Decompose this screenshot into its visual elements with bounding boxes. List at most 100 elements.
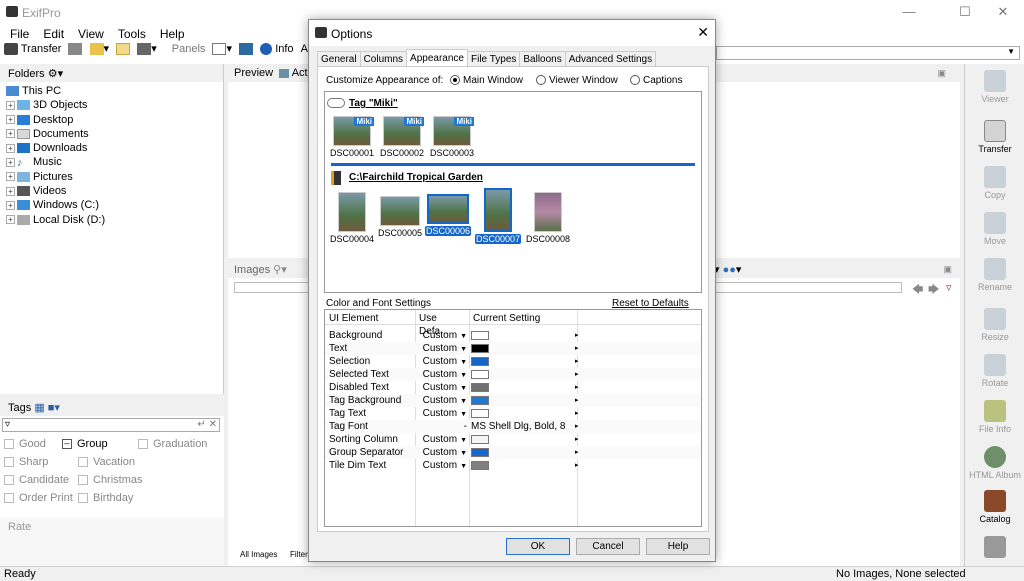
checkbox[interactable] [78,475,88,486]
rename-button[interactable]: Rename [965,258,1024,292]
edit-arrow-icon[interactable]: ▸ [575,381,579,394]
table-row[interactable]: Group Separator Custom ▼ ▸ [325,446,701,459]
menu-file[interactable]: File [0,24,33,41]
current-setting[interactable] [471,329,573,342]
edit-arrow-icon[interactable]: ▸ [575,446,579,459]
ok-button[interactable]: OK [506,538,570,555]
info-button[interactable]: Info [260,43,294,55]
table-row[interactable]: Tile Dim Text Custom ▼ ▸ [325,459,701,472]
radio-button[interactable] [450,75,460,86]
tag-birthday[interactable]: Birthday [78,492,133,504]
tags-tool-icon[interactable]: ▦ ■▾ [34,402,60,414]
html-album-button[interactable]: HTML Album [965,446,1024,480]
use-default-select[interactable]: Custom ▼ [417,342,467,356]
panels-label[interactable]: Panels [172,43,206,55]
tab-file-types[interactable]: File Types [466,51,521,67]
print-side-button[interactable] [965,536,1024,560]
dropdown-icon[interactable]: ▼ [460,411,467,418]
table-row[interactable]: Tag Font-MS Shell Dlg, Bold, 8 pt▸ [325,420,701,445]
radio-button[interactable] [630,75,640,86]
edit-arrow-icon[interactable]: ▸ [575,368,579,381]
color-swatch[interactable] [471,460,489,470]
dropdown-icon[interactable]: ▼ [460,359,467,366]
expand-icon[interactable]: + [6,143,15,153]
thumbnail-selected[interactable]: DSC00006 [425,194,471,236]
expand-icon[interactable]: + [6,115,15,125]
folders-menu-icon[interactable]: ⚙▾ [48,68,63,80]
thumbnail[interactable]: DSC00004 [329,192,375,244]
edit-arrow-icon[interactable]: ▸ [575,394,579,407]
reset-defaults-link[interactable]: Reset to Defaults [612,298,689,309]
tree-item-documents[interactable]: + Documents [0,127,223,141]
move-button[interactable]: Move [965,212,1024,246]
checkbox[interactable] [4,475,14,486]
tag-order-print[interactable]: Order Print [4,492,73,504]
menu-edit[interactable]: Edit [33,24,68,41]
edit-arrow-icon[interactable]: ▸ [575,329,579,342]
color-swatch[interactable] [471,356,489,366]
dropdown-icon[interactable]: ▼ [460,385,467,392]
use-default-select[interactable]: Custom ▼ [417,329,467,343]
use-default-select[interactable]: Custom ▼ [417,459,467,473]
current-setting[interactable] [471,459,573,472]
current-setting[interactable] [471,446,573,459]
use-default-select[interactable]: Custom ▼ [417,355,467,369]
edit-arrow-icon[interactable]: ▸ [575,459,579,472]
tree-item-desktop[interactable]: + Desktop [0,113,223,127]
transfer-side-button[interactable]: Transfer [965,120,1024,154]
column-header[interactable]: Current Setting [473,312,575,325]
close-window-button[interactable]: ✕ [980,0,1024,24]
tree-item-local-disk-d[interactable]: + Local Disk (D:) [0,213,223,227]
thumbnail[interactable]: Miki DSC00001 [329,116,375,158]
cancel-button[interactable]: Cancel [576,538,640,555]
color-swatch[interactable] [471,447,489,457]
tab-all-images[interactable]: All Images [240,550,277,559]
table-row[interactable]: Tag Text Custom ▼ ▸ [325,407,701,420]
checkbox[interactable] [4,457,14,468]
group-collapse-icon[interactable]: – [62,439,72,450]
checkbox[interactable] [138,439,148,450]
dropdown-icon[interactable]: ▼ [460,437,467,444]
radio-button[interactable] [536,75,546,86]
radio-captions[interactable]: Captions [630,75,682,86]
clear-filter-icon[interactable]: ↵ ✕ [197,419,217,430]
current-setting[interactable] [471,342,573,355]
current-setting[interactable] [471,433,573,446]
radio-viewer-window[interactable]: Viewer Window [536,75,618,86]
expand-icon[interactable]: + [6,129,15,139]
expand-icon[interactable]: + [6,200,15,210]
tree-item-windows-c[interactable]: + Windows (C:) [0,198,223,212]
current-setting[interactable] [471,381,573,394]
transfer-button[interactable]: Transfer [4,43,61,55]
color-swatch[interactable] [471,343,489,353]
actual-size-icon[interactable] [279,68,290,78]
edit-arrow-icon[interactable]: ▸ [575,407,579,420]
tag-christmas[interactable]: Christmas [78,474,143,486]
panels-menu-button[interactable]: ▾ [212,42,232,56]
tab-general[interactable]: General [317,51,361,67]
sort-menu-icon[interactable]: ▾ ●●▾ [714,263,741,276]
edit-arrow-icon[interactable]: ▸ [575,420,579,433]
menu-help[interactable]: Help [150,24,189,41]
tree-item-videos[interactable]: + Videos [0,184,223,198]
tab-filter[interactable]: Filter [290,550,308,559]
checkbox[interactable] [4,493,14,504]
dropdown-icon[interactable]: ▼ [460,372,467,379]
color-swatch[interactable] [471,395,489,405]
images-search-icon[interactable]: ⚲▾ [273,264,287,276]
preview-tab[interactable]: Preview [234,67,273,79]
current-setting[interactable] [471,368,573,381]
tab-appearance[interactable]: Appearance [406,49,468,66]
current-setting[interactable] [471,407,573,420]
help-button[interactable]: Help [646,538,710,555]
view-mode-button[interactable]: ▾ [137,42,157,56]
edit-arrow-icon[interactable]: ▸ [575,433,579,446]
use-default-select[interactable]: Custom ▼ [417,368,467,382]
catalog-button[interactable]: Catalog [965,490,1024,524]
tree-item-downloads[interactable]: + Downloads [0,141,223,155]
use-default-select[interactable]: Custom ▼ [417,381,467,395]
tag-good[interactable]: Good [4,438,46,450]
menu-tools[interactable]: Tools [108,24,150,41]
folder-button[interactable]: ▾ [89,42,109,56]
tab-columns[interactable]: Columns [359,51,408,67]
